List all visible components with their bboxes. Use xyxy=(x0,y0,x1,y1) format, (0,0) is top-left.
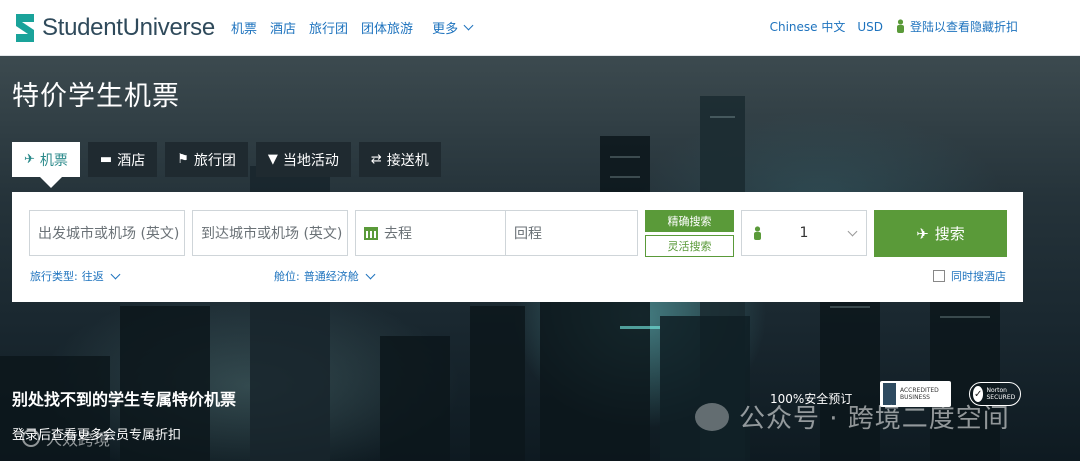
nav-item-flights[interactable]: 机票 xyxy=(231,18,257,37)
corner-watermark: 人效跨境 xyxy=(22,426,110,450)
nav-item-tours[interactable]: 旅行团 xyxy=(309,18,348,37)
cabin-class-dropdown[interactable]: 舱位: 普通经济舱 xyxy=(274,268,376,284)
bed-icon: ▬ xyxy=(99,152,113,167)
cabin-class-label: 舱位: xyxy=(274,270,300,283)
product-tabs: ✈ 机票 ▬ 酒店 ⚑ 旅行团 ▼ 当地活动 ⇄ 接送机 xyxy=(12,142,441,188)
watermark-logo-icon xyxy=(22,429,40,447)
precise-search-button[interactable]: 精确搜索 xyxy=(645,210,734,232)
tab-flights[interactable]: ✈ 机票 xyxy=(12,142,80,188)
nav-more-menu[interactable]: 更多 xyxy=(432,18,474,37)
origin-input[interactable]: 出发城市或机场 (英文) xyxy=(29,210,185,256)
trip-type-dropdown[interactable]: 旅行类型: 往返 xyxy=(30,268,121,284)
person-icon xyxy=(754,226,761,240)
nav-more-label: 更多 xyxy=(432,22,459,37)
promo-headline: 别处找不到的学生专属特价机票 xyxy=(12,390,237,409)
tab-label: 酒店 xyxy=(117,152,146,169)
nav-item-group-travel[interactable]: 团体旅游 xyxy=(361,18,413,37)
wechat-watermark-text: 公众号 · 跨境二度空间 xyxy=(739,404,1010,434)
plane-icon: ✈ xyxy=(916,224,929,243)
hero-banner: 特价学生机票 ✈ 机票 ▬ 酒店 ⚑ 旅行团 ▼ 当地活动 ⇄ 接送机 出发城市… xyxy=(0,56,1080,461)
person-icon xyxy=(896,19,904,33)
tab-activities[interactable]: ▼ 当地活动 xyxy=(255,142,351,177)
passenger-count-value: 1 xyxy=(799,225,809,241)
trip-type-value: 往返 xyxy=(81,270,104,283)
depart-date-placeholder: 去程 xyxy=(384,226,412,242)
plane-icon: ✈ xyxy=(24,152,35,167)
nav-item-hotels[interactable]: 酒店 xyxy=(270,18,296,37)
account-links: Chinese 中文 USD 登陆以查看隐藏折扣 xyxy=(770,18,1018,35)
search-mode-toggle: 精确搜索 灵活搜索 xyxy=(645,210,734,257)
checkbox-box[interactable] xyxy=(933,270,945,282)
trip-type-label: 旅行类型: xyxy=(30,270,78,283)
chevron-down-icon xyxy=(110,269,121,279)
main-nav: 机票 酒店 旅行团 团体旅游 更多 xyxy=(231,18,474,37)
wechat-logo-icon xyxy=(695,402,729,431)
destination-input[interactable]: 到达城市或机场 (英文) xyxy=(192,210,348,256)
date-range-field: 去程 回程 xyxy=(355,210,638,256)
return-date-input[interactable]: 回程 xyxy=(506,211,542,255)
hero-title: 特价学生机票 xyxy=(12,81,180,112)
transfer-icon: ⇄ xyxy=(370,152,382,167)
currency-selector[interactable]: USD xyxy=(857,20,883,34)
cabin-class-value: 普通经济舱 xyxy=(303,270,359,283)
tab-transfers[interactable]: ⇄ 接送机 xyxy=(358,142,441,177)
search-button-label: 搜索 xyxy=(934,225,965,243)
add-hotel-checkbox[interactable]: 同时搜酒店 xyxy=(933,268,1006,284)
chevron-down-icon xyxy=(463,20,474,31)
tab-label: 旅行团 xyxy=(193,152,236,169)
ticket-icon: ▼ xyxy=(267,152,278,167)
top-navigation-bar: StudentUniverse 机票 酒店 旅行团 团体旅游 更多 Chines… xyxy=(0,0,1080,56)
tab-label: 当地活动 xyxy=(282,152,339,169)
logo-mark-icon xyxy=(16,14,34,42)
add-hotel-label: 同时搜酒店 xyxy=(951,270,1006,283)
flag-icon: ⚑ xyxy=(177,152,189,167)
flexible-search-button[interactable]: 灵活搜索 xyxy=(645,235,734,257)
tab-label: 接送机 xyxy=(386,152,429,169)
tab-label: 机票 xyxy=(39,152,68,169)
login-link-label: 登陆以查看隐藏折扣 xyxy=(909,20,1018,34)
studentuniverse-logo[interactable]: StudentUniverse xyxy=(12,12,215,44)
logo-text: StudentUniverse xyxy=(42,14,215,41)
language-selector[interactable]: Chinese 中文 xyxy=(770,18,846,35)
calendar-icon xyxy=(364,226,378,240)
chevron-down-icon xyxy=(847,226,858,236)
return-date-placeholder: 回程 xyxy=(514,226,542,242)
login-link[interactable]: 登陆以查看隐藏折扣 xyxy=(895,18,1018,35)
wechat-watermark: 公众号 · 跨境二度空间 xyxy=(695,398,1010,435)
passenger-count-select[interactable]: 1 xyxy=(741,210,867,256)
flight-search-panel: 出发城市或机场 (英文) 到达城市或机场 (英文) 去程 回程 精确搜索 灵活搜… xyxy=(12,192,1023,302)
corner-watermark-text: 人效跨境 xyxy=(46,430,111,449)
depart-date-input[interactable]: 去程 xyxy=(356,211,506,255)
chevron-down-icon xyxy=(365,269,376,279)
search-button[interactable]: ✈ 搜索 xyxy=(874,210,1007,257)
tab-tours[interactable]: ⚑ 旅行团 xyxy=(165,142,248,177)
tab-hotels[interactable]: ▬ 酒店 xyxy=(87,142,158,177)
